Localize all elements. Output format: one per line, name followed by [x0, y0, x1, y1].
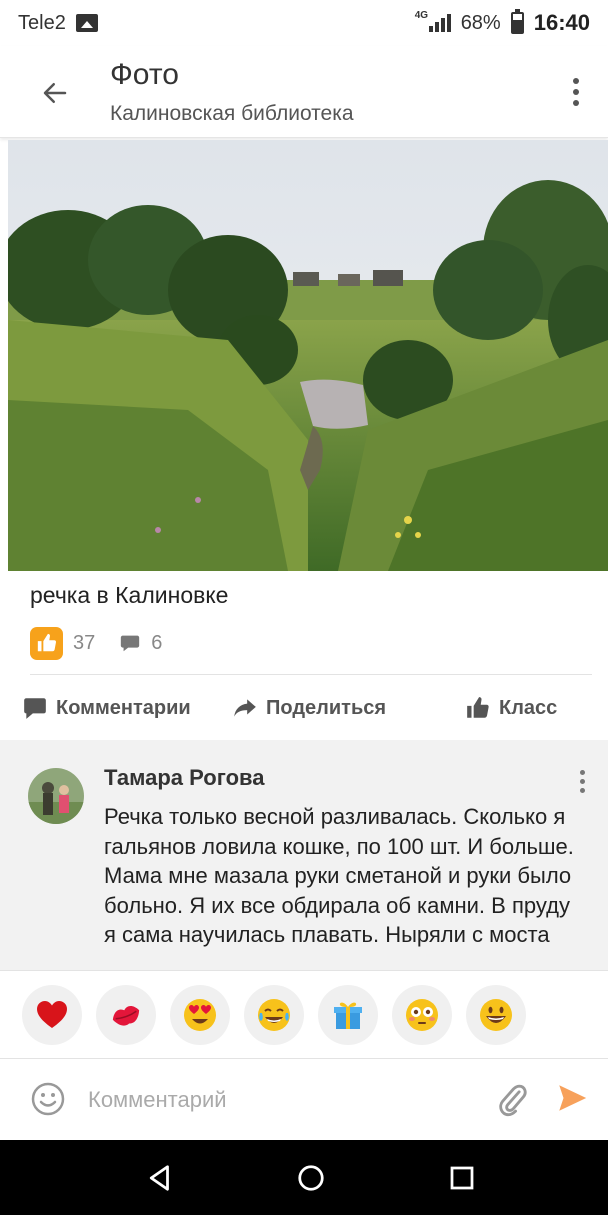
photo[interactable] [8, 140, 608, 571]
nav-home-button[interactable] [291, 1158, 331, 1198]
heart-eyes-emoji-icon [184, 999, 216, 1031]
app-bar: Фото Калиновская библиотека [0, 46, 608, 138]
thumbs-up-icon [37, 633, 56, 652]
action-bar: Комментарии Поделиться Класс [0, 688, 608, 728]
photo-stats: 37 6 [30, 626, 162, 660]
kiss-lips-emoji-button[interactable] [96, 985, 156, 1045]
kiss-lips-emoji-icon [112, 1006, 140, 1026]
likes-count: 37 [73, 631, 96, 654]
heart-eyes-emoji-button[interactable] [170, 985, 230, 1045]
heart-emoji-icon [37, 1001, 67, 1028]
thumbs-up-icon [467, 697, 489, 718]
share-arrow-icon [234, 699, 256, 717]
back-button[interactable] [30, 68, 80, 118]
gift-emoji-icon [334, 1002, 362, 1029]
battery-icon [510, 9, 524, 34]
gallery-notification-icon [75, 14, 98, 32]
carrier-name: Tele2 [18, 11, 66, 34]
comment-bubble-icon [121, 635, 140, 652]
avatar[interactable] [28, 768, 84, 824]
reaction-bar [0, 970, 608, 1058]
klass-button[interactable]: Класс [465, 688, 557, 728]
screen: Tele2 4G 68% 16:40 Фото Калиновская библ… [0, 0, 608, 1215]
paperclip-icon[interactable] [494, 1079, 530, 1119]
dot-icon [573, 89, 579, 95]
dot-icon [579, 769, 585, 775]
photo-caption: речка в Калиновке [30, 582, 229, 608]
triangle-back-icon [149, 1165, 169, 1191]
comments-button[interactable]: Комментарии [22, 688, 191, 728]
clock: 16:40 [533, 10, 590, 35]
share-button[interactable]: Поделиться [232, 688, 386, 728]
share-button-label: Поделиться [266, 696, 387, 719]
flushed-face-emoji-button[interactable] [392, 985, 452, 1045]
tears-of-joy-emoji-icon [258, 999, 290, 1031]
send-icon[interactable] [555, 1081, 589, 1115]
comment-bubble-icon [24, 698, 46, 719]
network-type: 4G [414, 10, 429, 21]
page-subtitle: Калиновская библиотека [110, 102, 354, 125]
status-right: 4G 68% 16:40 [415, 9, 590, 36]
navigation-bar [0, 1140, 608, 1215]
comment-options-button[interactable] [572, 766, 592, 796]
heart-emoji-button[interactable] [22, 985, 82, 1045]
divider [30, 674, 592, 675]
more-options-button[interactable] [558, 72, 594, 112]
comment-input-bar [0, 1058, 608, 1140]
dot-icon [579, 787, 585, 793]
comment-input[interactable] [88, 1079, 478, 1121]
square-recents-icon [450, 1166, 474, 1190]
tears-of-joy-emoji-button[interactable] [244, 985, 304, 1045]
status-bar: Tele2 4G 68% 16:40 [0, 0, 608, 46]
user-photo-image [28, 768, 84, 824]
grinning-face-emoji-icon [480, 999, 512, 1031]
dot-icon [573, 100, 579, 106]
klass-button-label: Класс [499, 696, 558, 719]
comment-author[interactable]: Тамара Рогова [104, 765, 264, 791]
landscape-photo-image [8, 140, 608, 571]
flushed-face-emoji-icon [406, 999, 438, 1031]
comments-button-label: Комментарии [56, 696, 191, 719]
nav-back-button[interactable] [140, 1158, 180, 1198]
gift-emoji-button[interactable] [318, 985, 378, 1045]
grinning-face-emoji-button[interactable] [466, 985, 526, 1045]
dot-icon [579, 778, 585, 784]
dot-icon [573, 78, 579, 84]
page-title: Фото [110, 58, 179, 91]
comments-count: 6 [151, 631, 163, 654]
circle-home-icon [298, 1165, 324, 1191]
nav-recents-button[interactable] [442, 1158, 482, 1198]
signal-icon: 4G [415, 10, 451, 32]
like-badge[interactable] [30, 626, 63, 660]
arrow-left-icon [43, 83, 67, 103]
comment-text: Речка только весной разливалась. Сколько… [104, 804, 574, 947]
smiley-icon[interactable] [30, 1081, 66, 1117]
battery-percent: 68% [460, 11, 501, 34]
